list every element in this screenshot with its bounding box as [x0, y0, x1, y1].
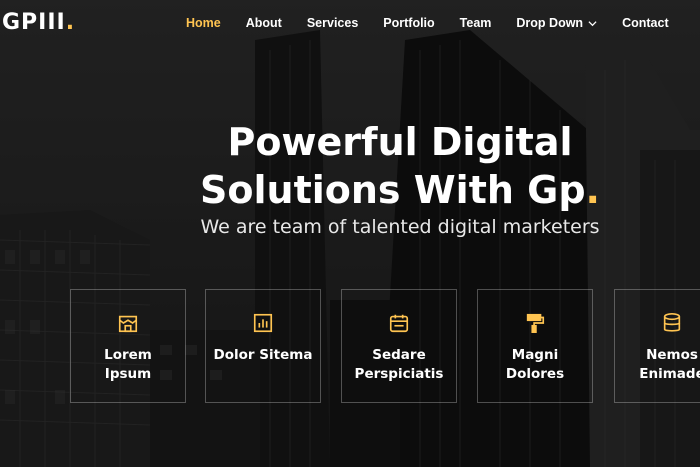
nav-item-drop-down[interactable]: Drop Down: [516, 16, 597, 30]
feature-title: Sedare Perspiciatis: [354, 347, 444, 382]
nav-label: Home: [186, 16, 221, 30]
feature-title: Lorem Ipsum: [104, 347, 152, 382]
feature-title: Magni Dolores: [505, 347, 565, 382]
feature-card-lorem-ipsum[interactable]: Lorem Ipsum: [70, 289, 186, 403]
nav-label: Portfolio: [383, 16, 435, 30]
database-icon: [663, 313, 681, 332]
feature-title: Nemos Enimade: [639, 347, 700, 382]
nav-item-about[interactable]: About: [246, 16, 282, 30]
nav-item-portfolio[interactable]: Portfolio: [383, 16, 434, 30]
nav-item-services[interactable]: Services: [307, 16, 358, 30]
feature-card-magni-dolores[interactable]: Magni Dolores: [477, 289, 593, 403]
chevron-down-icon: [588, 20, 597, 26]
nav-label: About: [245, 16, 282, 30]
hero-title-line2-text: Solutions With Gp: [200, 168, 586, 212]
nav-label: Drop Down: [516, 16, 584, 30]
hero-subtitle: We are team of talented digital marketer…: [200, 216, 600, 238]
nav-item-contact[interactable]: Contact: [622, 16, 669, 30]
main-nav: Home About Services Portfolio Team Drop …: [186, 16, 694, 30]
hero-title: Powerful Digital Solutions With Gp.: [0, 118, 700, 214]
bar-chart-icon: [253, 313, 273, 333]
feature-card-sedare-perspiciatis[interactable]: Sedare Perspiciatis: [341, 289, 457, 403]
hero-title-dot: .: [585, 168, 600, 212]
paint-roller-icon: [526, 313, 545, 333]
nav-label: Team: [459, 16, 492, 30]
feature-card-nemos-enimade[interactable]: Nemos Enimade: [614, 289, 700, 403]
logo[interactable]: GPIII.: [2, 10, 75, 35]
feature-card-dolor-sitema[interactable]: Dolor Sitema: [205, 289, 321, 403]
hero-title-line2: Solutions With Gp.: [0, 166, 700, 214]
nav-label: Contact: [622, 16, 669, 30]
logo-text: GPIII: [2, 10, 66, 35]
nav-item-home[interactable]: Home: [186, 16, 221, 30]
logo-dot: .: [65, 10, 76, 35]
nav-label: Services: [306, 16, 359, 30]
hero-title-line1: Powerful Digital: [227, 120, 573, 164]
store-icon: [118, 315, 138, 333]
calendar-icon: [389, 314, 409, 333]
hero-section: GPIII. Home About Services Portfolio Tea…: [0, 0, 700, 467]
nav-item-team[interactable]: Team: [460, 16, 492, 30]
feature-title: Dolor Sitema: [213, 347, 313, 363]
